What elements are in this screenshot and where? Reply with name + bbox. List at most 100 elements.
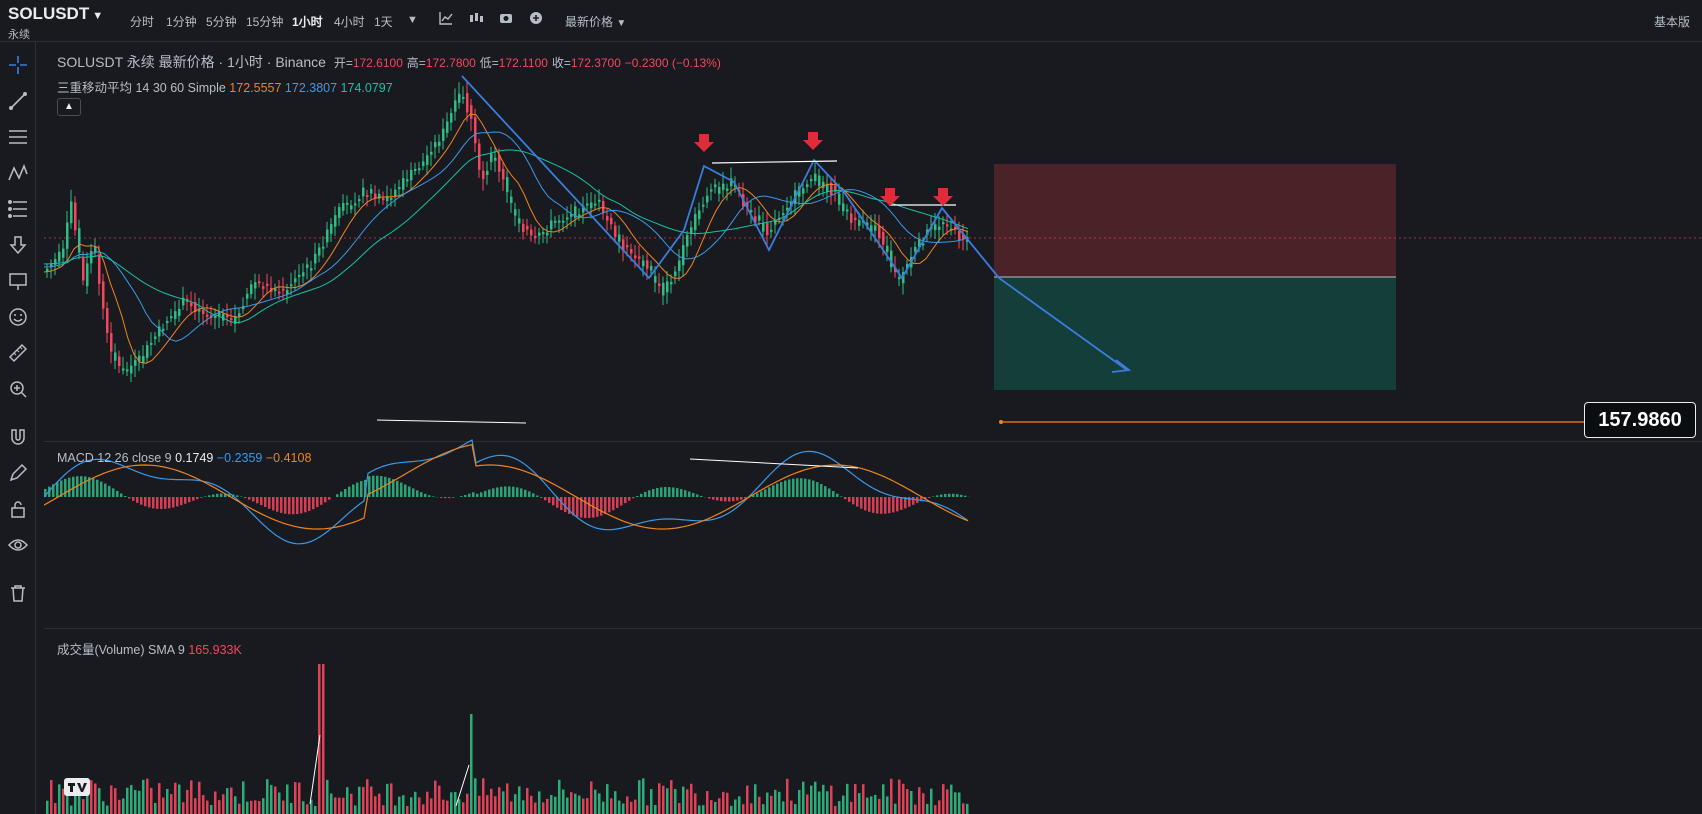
macd-histogram-bar (472, 492, 475, 497)
tab-timeframe-3[interactable]: 15分钟 (246, 13, 283, 30)
candle-body (846, 209, 849, 212)
indicator-icon[interactable] (438, 10, 454, 29)
macd-histogram-bar (940, 494, 943, 497)
trash-icon[interactable] (7, 582, 29, 604)
volume-bar (278, 792, 281, 814)
macd-histogram-bar (124, 496, 127, 497)
macd-histogram-bar (288, 497, 291, 515)
volume-bar (882, 784, 885, 814)
collapse-legend-button[interactable]: ▲ (57, 98, 81, 116)
trend-line-icon[interactable] (7, 90, 29, 112)
tab-timeframe-5[interactable]: 4小时 (334, 13, 365, 30)
volume-bar (754, 784, 757, 814)
tab-timeframe-4[interactable]: 1小时 (292, 13, 323, 30)
volume-bar (962, 803, 965, 814)
volume-bar (294, 782, 297, 814)
volume-bar (106, 805, 109, 814)
volume-bar (782, 801, 785, 814)
candle-body (882, 231, 885, 245)
basic-mode-button[interactable]: 基本版 (1654, 13, 1690, 30)
pencil-lock-icon[interactable] (7, 462, 29, 484)
symbol-selector[interactable]: SOLUSDT ▼ (8, 4, 103, 24)
volume-bar (534, 802, 537, 814)
volume-bar (638, 780, 641, 814)
tab-timeframe-0[interactable]: 分时 (130, 13, 154, 30)
tab-timeframe-6[interactable]: 1天 (374, 13, 393, 30)
candle-body (698, 210, 701, 220)
volume-bar (150, 787, 153, 814)
lock-icon[interactable] (7, 498, 29, 520)
zoom-in-icon[interactable] (7, 378, 29, 400)
more-timeframes-icon[interactable]: ▼ (407, 14, 418, 26)
macd-histogram-bar (496, 487, 499, 497)
add-icon[interactable] (528, 10, 544, 29)
fib-icon[interactable] (7, 198, 29, 220)
macd-histogram-bar (56, 482, 59, 497)
volume-bar (114, 788, 117, 814)
volume-bar (358, 786, 361, 814)
candle-body (914, 247, 917, 252)
candle-type-icon[interactable] (468, 10, 484, 29)
volume-bar (478, 795, 481, 814)
macd-histogram-bar (300, 497, 303, 514)
horizontal-lines-icon[interactable] (7, 126, 29, 148)
volume-bar (94, 783, 97, 814)
macd-histogram-bar (836, 493, 839, 497)
volume-bar (118, 799, 121, 814)
macd-histogram-bar (276, 497, 279, 512)
camera-icon[interactable] (498, 10, 514, 29)
tab-timeframe-1[interactable]: 1分钟 (166, 13, 197, 30)
candle-body (710, 189, 713, 192)
price-chart[interactable] (44, 42, 1702, 814)
volume-bar (70, 805, 73, 814)
volume-bar (422, 804, 425, 814)
volume-bar (274, 786, 277, 814)
macd-histogram-bar (936, 495, 939, 497)
candle-body (134, 360, 137, 366)
magnet-icon[interactable] (7, 426, 29, 448)
macd-histogram-bar (816, 482, 819, 497)
macd-histogram-bar (700, 495, 703, 497)
text-note-icon[interactable] (7, 270, 29, 292)
candle-body (214, 316, 217, 319)
candle-body (542, 232, 545, 235)
emoji-icon[interactable] (7, 306, 29, 328)
price-tag[interactable]: 157.9860 (1584, 402, 1696, 438)
pattern-icon[interactable] (7, 162, 29, 184)
macd-histogram-bar (536, 495, 539, 497)
volume-bar (842, 795, 845, 814)
candle-body (62, 248, 65, 258)
take-profit-zone (994, 277, 1396, 390)
ruler-icon[interactable] (7, 342, 29, 364)
arrow-down-icon[interactable] (7, 234, 29, 256)
candle-body (478, 143, 481, 170)
volume-bar (854, 783, 857, 814)
macd-histogram-bar (728, 497, 731, 502)
candle-body (394, 189, 397, 197)
macd-histogram-bar (100, 481, 103, 497)
eye-icon[interactable] (7, 534, 29, 556)
volume-bar (258, 801, 261, 814)
crosshair-icon[interactable] (7, 54, 29, 76)
volume-bar (490, 788, 493, 814)
macd-histogram-bar (788, 479, 791, 497)
candle-body (170, 316, 173, 319)
candle-body (810, 179, 813, 182)
volume-bar (702, 805, 705, 814)
candle-body (874, 225, 877, 231)
candle-body (634, 255, 637, 259)
volume-bar (578, 795, 581, 814)
macd-histogram-bar (348, 486, 351, 497)
candle-body (626, 245, 629, 248)
volume-bar (110, 785, 113, 814)
price-type-selector[interactable]: 最新价格 ▼ (565, 13, 626, 30)
tab-timeframe-2[interactable]: 5分钟 (206, 13, 237, 30)
volume-bar (470, 714, 473, 814)
candle-body (458, 93, 461, 103)
volume-bar (646, 805, 649, 814)
candle-body (374, 193, 377, 198)
candle-body (470, 105, 473, 119)
candle-body (678, 260, 681, 272)
candle-body (486, 170, 489, 176)
macd-histogram-bar (292, 497, 295, 515)
